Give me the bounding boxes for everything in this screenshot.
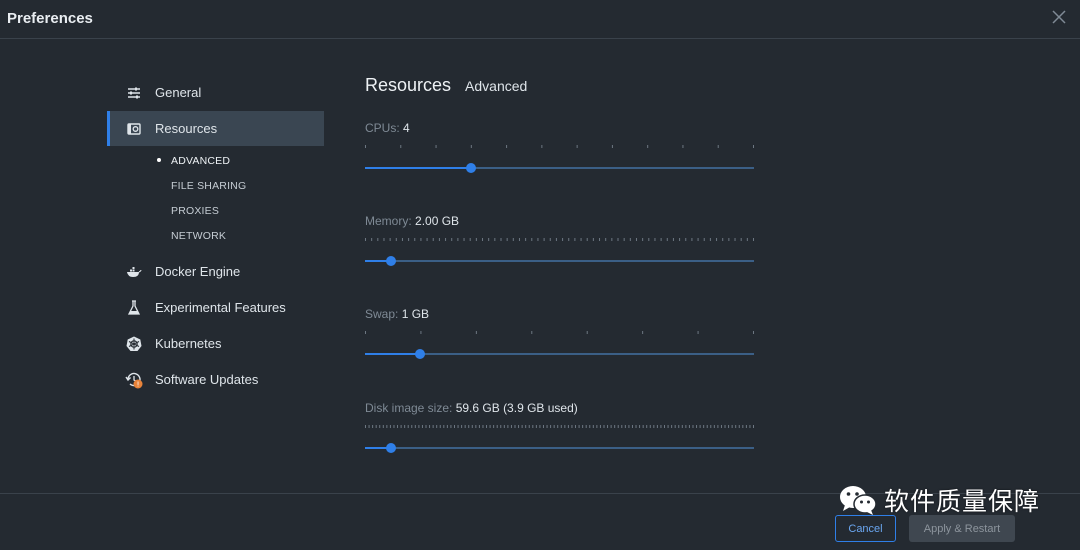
apply-restart-button[interactable]: Apply & Restart — [909, 515, 1015, 542]
setting-label: CPUs: 4 — [365, 121, 410, 135]
slider-thumb[interactable] — [386, 443, 397, 453]
sidebar-item-general[interactable]: General — [107, 75, 324, 110]
page-subtitle: Advanced — [465, 78, 528, 94]
sidebar: General Resources ADVANCED FILE SHARING … — [107, 75, 324, 398]
kubernetes-icon — [125, 335, 143, 353]
slider-ticks — [365, 425, 754, 428]
setting-label: Memory: 2.00 GB — [365, 214, 460, 228]
sidebar-item-label: Experimental Features — [155, 300, 286, 315]
sidebar-item-experimental-features[interactable]: Experimental Features — [107, 290, 324, 325]
page-title: Resources — [365, 75, 452, 95]
slider-ticks — [365, 145, 754, 148]
updates-icon: ! — [125, 371, 143, 389]
slider-fill — [365, 167, 472, 169]
sidebar-item-label: Kubernetes — [155, 336, 222, 351]
update-badge: ! — [137, 380, 140, 388]
sub-item-proxies[interactable]: PROXIES — [157, 198, 324, 223]
sidebar-item-label: Resources — [155, 121, 218, 136]
setting-value: 4 — [403, 121, 410, 135]
watermark-text: 软件质量保障 — [884, 487, 1041, 516]
memory-slider[interactable] — [365, 256, 754, 266]
window-title: Preferences — [7, 10, 93, 27]
wechat-icon — [840, 486, 877, 515]
setting-value: 59.6 GB (3.9 GB used) — [455, 401, 578, 415]
sidebar-item-docker-engine[interactable]: Docker Engine — [107, 254, 324, 289]
setting-label: Disk image size: 59.6 GB (3.9 GB used) — [365, 401, 578, 415]
slider-thumb[interactable] — [466, 163, 477, 173]
disk-image-size-slider[interactable] — [365, 443, 754, 453]
resources-submenu: ADVANCED FILE SHARING PROXIES NETWORK — [107, 148, 324, 248]
slider-thumb[interactable] — [415, 349, 426, 359]
sidebar-item-label: Docker Engine — [155, 264, 241, 279]
slider-thumb[interactable] — [385, 256, 396, 266]
sub-item-advanced[interactable]: ADVANCED — [157, 148, 324, 173]
sliders-icon — [125, 84, 143, 102]
sidebar-item-software-updates[interactable]: ! Software Updates — [107, 362, 324, 397]
main-panel: Resources Advanced CPUs: 4 Memory: 2.00 … — [365, 75, 755, 453]
watermark: 软件质量保障 — [838, 482, 1040, 518]
cpus-setting: CPUs: 4 — [365, 121, 755, 173]
cancel-button[interactable]: Cancel — [835, 515, 896, 542]
cpus-slider[interactable] — [365, 163, 754, 173]
slider-fill — [365, 353, 421, 355]
sub-item-file-sharing[interactable]: FILE SHARING — [157, 173, 324, 198]
swap-setting: Swap: 1 GB — [365, 307, 755, 359]
slider-ticks — [365, 331, 754, 334]
memory-setting: Memory: 2.00 GB — [365, 214, 755, 266]
sidebar-item-label: General — [155, 85, 202, 100]
close-icon[interactable] — [1050, 8, 1068, 26]
setting-value: 1 GB — [401, 307, 430, 321]
disk-image-size-setting: Disk image size: 59.6 GB (3.9 GB used) — [365, 401, 755, 453]
sidebar-item-label: Software Updates — [155, 372, 259, 387]
swap-slider[interactable] — [365, 349, 754, 359]
flask-icon — [125, 299, 143, 317]
page-heading: Resources Advanced — [365, 75, 755, 101]
slider-ticks — [365, 238, 754, 241]
whale-icon — [125, 263, 143, 281]
sidebar-item-kubernetes[interactable]: Kubernetes — [107, 326, 324, 361]
setting-label: Swap: 1 GB — [365, 307, 430, 321]
title-bar: Preferences — [0, 0, 1080, 39]
sub-item-network[interactable]: NETWORK — [157, 223, 324, 248]
setting-value: 2.00 GB — [415, 214, 460, 228]
sidebar-item-resources[interactable]: Resources — [107, 111, 324, 146]
resources-icon — [125, 120, 143, 138]
